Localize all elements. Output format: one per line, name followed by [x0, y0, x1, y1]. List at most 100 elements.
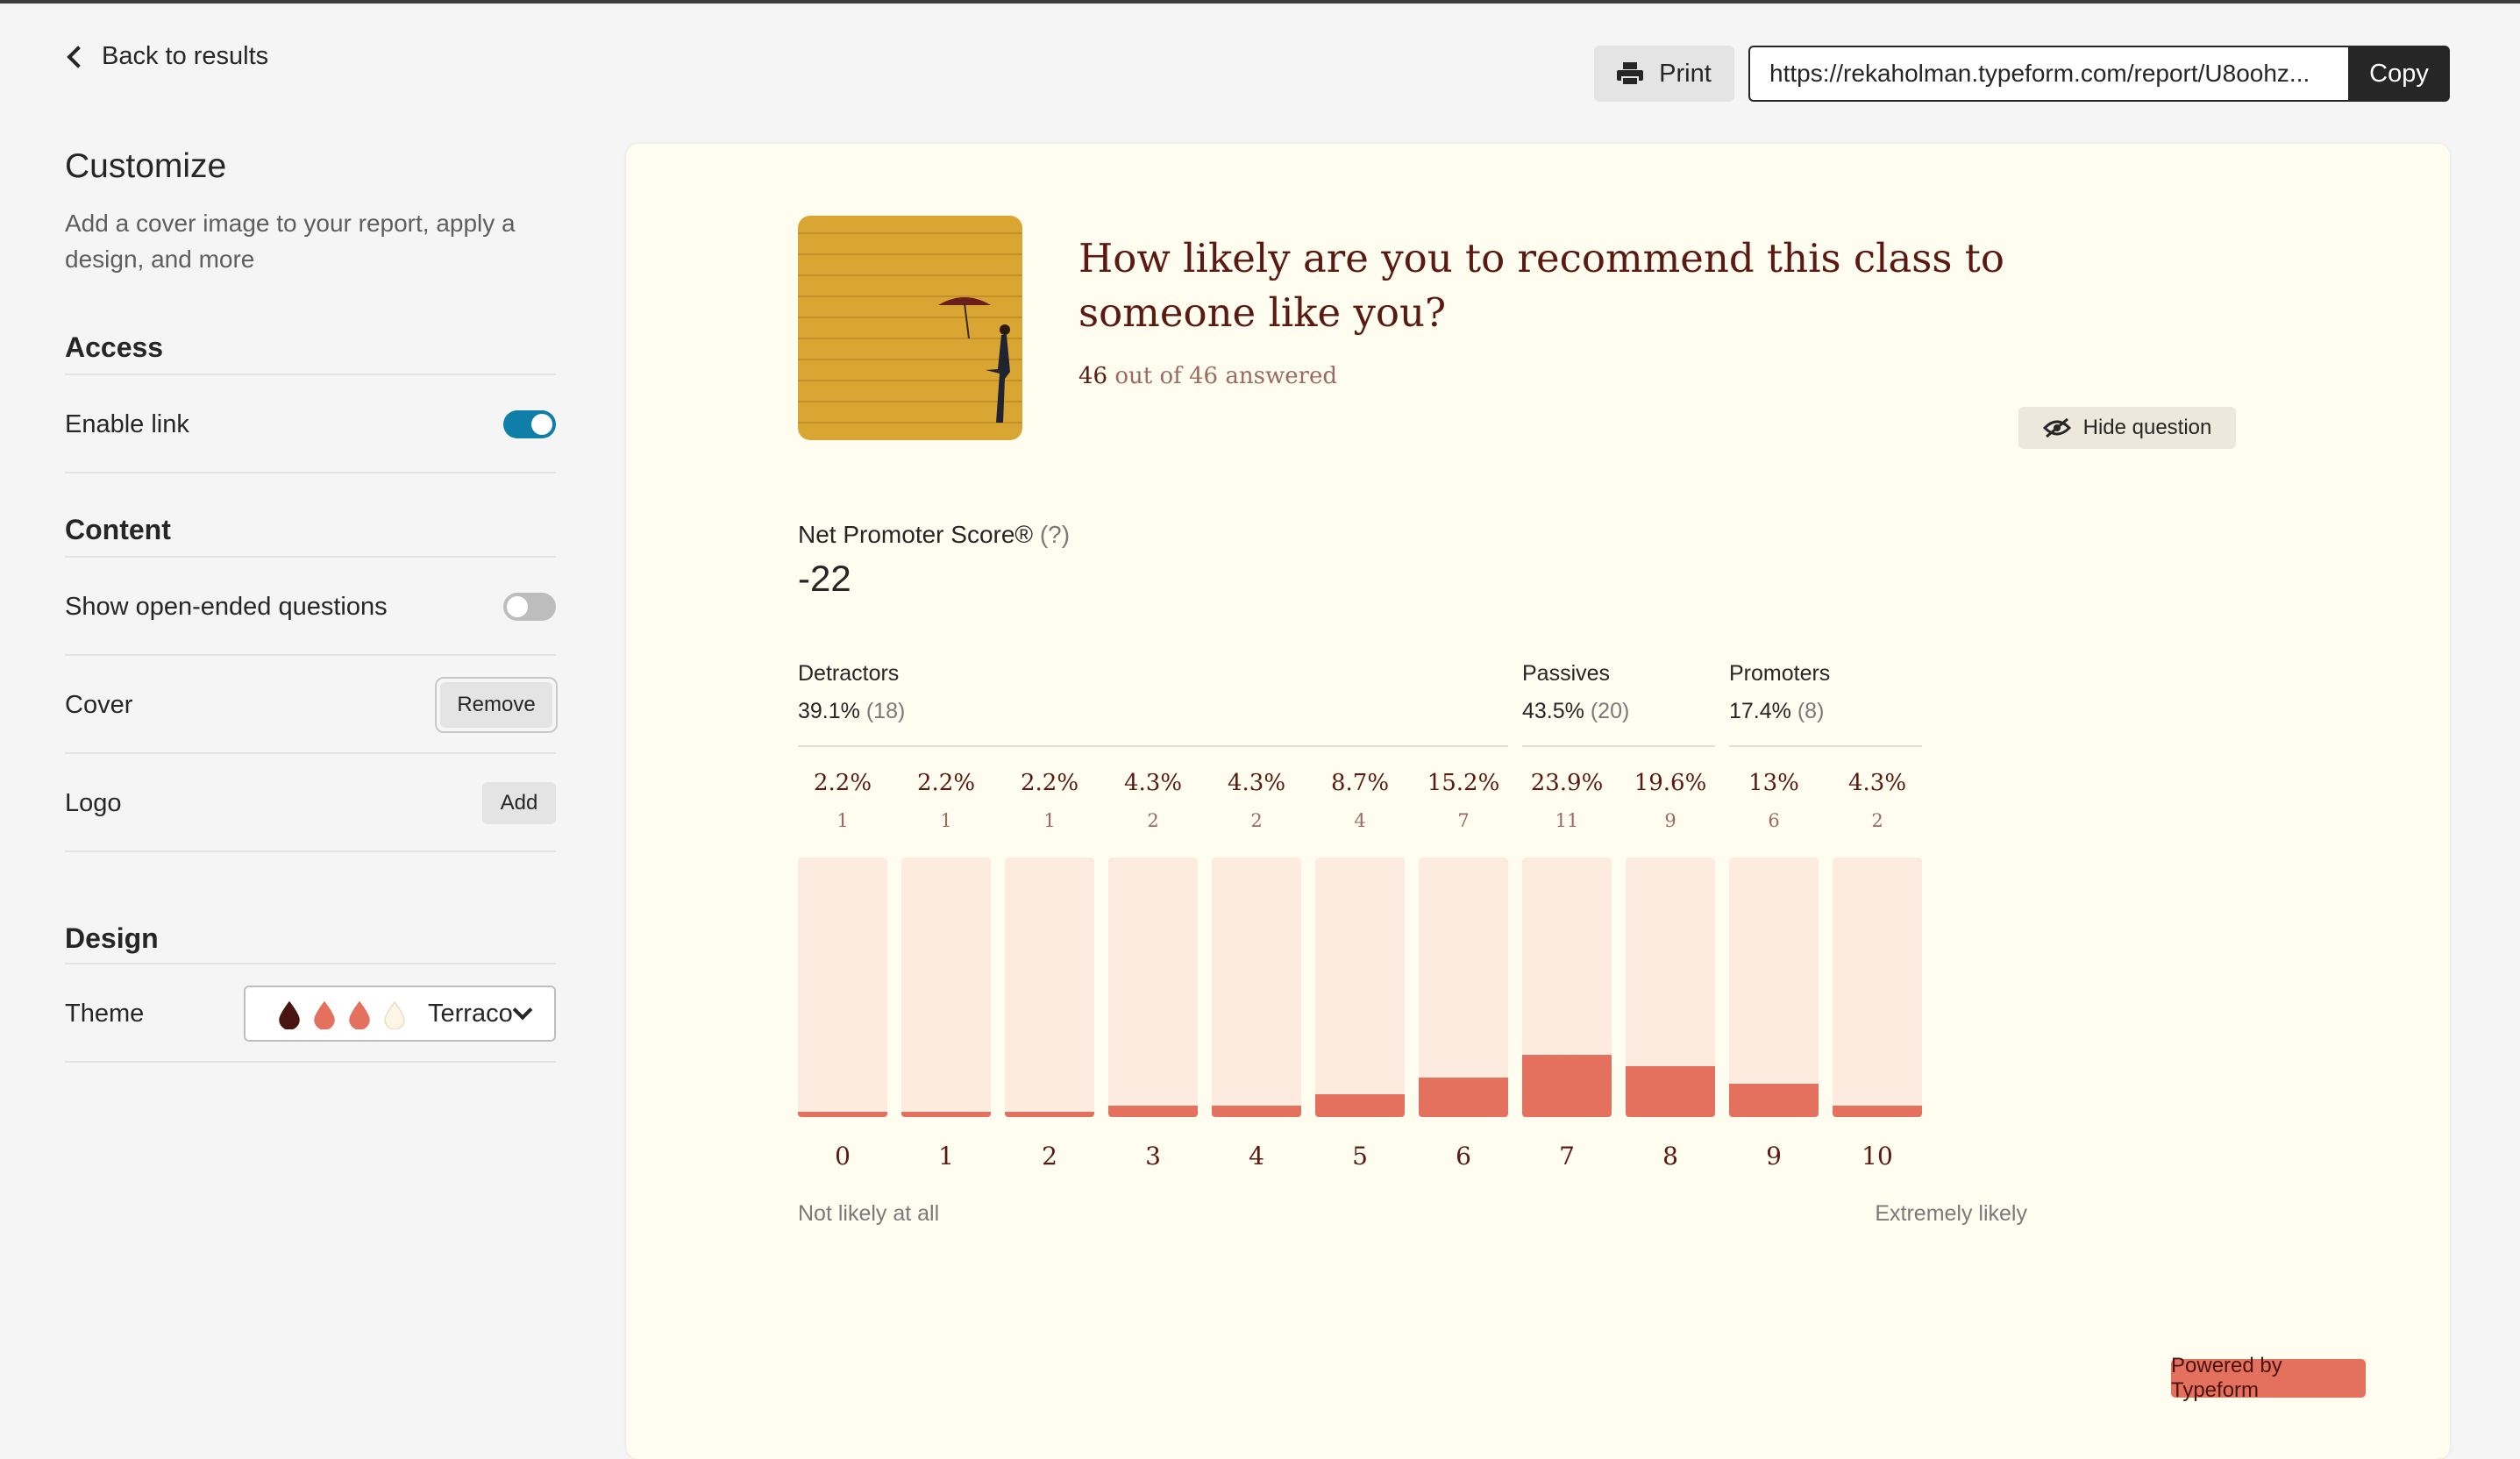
- cover-image: [798, 216, 1022, 440]
- theme-color-drop-icon: [384, 1001, 405, 1029]
- bar-percent-label: 2.2%: [916, 770, 976, 796]
- answered-total: 46: [1189, 363, 1219, 389]
- bar-percent-label: 23.9%: [1530, 770, 1604, 796]
- group-count: (18): [865, 699, 906, 723]
- back-label: Back to results: [102, 42, 269, 70]
- theme-color-drop-icon: [279, 1001, 300, 1029]
- bar-fill: [1005, 1111, 1094, 1117]
- add-logo-button[interactable]: Add: [482, 782, 556, 824]
- bar-fill: [1315, 1094, 1405, 1117]
- toggle-knob: [531, 414, 552, 435]
- hide-question-label: Hide question: [2082, 416, 2212, 439]
- divider: [65, 654, 556, 656]
- bar-count-label: 2: [1250, 810, 1263, 831]
- score-tick-label: 0: [835, 1142, 851, 1171]
- bar-fill: [1212, 1106, 1301, 1117]
- cover-label: Cover: [65, 691, 133, 719]
- sidebar-subtitle: Add a cover image to your report, apply …: [65, 210, 516, 273]
- score-tick-label: 1: [938, 1142, 954, 1171]
- bar-percent-label: 2.2%: [1020, 770, 1079, 796]
- copy-button[interactable]: Copy: [2348, 46, 2450, 102]
- theme-color-drops: [277, 1001, 407, 1029]
- divider: [65, 850, 556, 852]
- bar-percent-label: 4.3%: [1227, 770, 1286, 796]
- bar-count-label: 11: [1555, 810, 1579, 831]
- chevron-down-icon: [512, 1000, 533, 1021]
- theme-value: Terracotta: [428, 1000, 512, 1028]
- divider: [65, 752, 556, 754]
- bar-track: [1212, 858, 1301, 1117]
- score-tick-label: 6: [1456, 1142, 1471, 1171]
- bar-track: [901, 858, 991, 1117]
- answered-mid: out of: [1114, 363, 1182, 389]
- score-tick-label: 2: [1042, 1142, 1057, 1171]
- scale-low-label: Not likely at all: [798, 1201, 940, 1226]
- bar-percent-label: 13%: [1748, 770, 1799, 796]
- bar-fill: [1522, 1055, 1612, 1117]
- bar-fill: [798, 1111, 887, 1117]
- theme-color-drop-icon: [349, 1001, 370, 1029]
- bar-track: [1419, 858, 1508, 1117]
- bar-track: [1626, 858, 1715, 1117]
- bar-count-label: 6: [1768, 810, 1780, 831]
- bar-fill: [1833, 1106, 1922, 1117]
- bar-count-label: 1: [1043, 810, 1056, 831]
- bar-percent-label: 4.3%: [1847, 770, 1907, 796]
- answered-suffix: answered: [1225, 363, 1338, 389]
- design-heading: Design: [65, 922, 159, 954]
- bar-count-label: 7: [1457, 810, 1470, 831]
- back-to-results-link[interactable]: Back to results: [65, 42, 268, 71]
- group-count: (20): [1590, 699, 1630, 723]
- divider: [65, 1061, 556, 1063]
- remove-cover-button[interactable]: Remove: [440, 682, 552, 728]
- theme-select[interactable]: Terracotta: [244, 986, 556, 1042]
- group-underline: [1729, 745, 1922, 747]
- report-url-field[interactable]: https://rekaholman.typeform.com/report/U…: [1748, 46, 2350, 102]
- bar-count-label: 2: [1871, 810, 1883, 831]
- open-ended-toggle[interactable]: [503, 593, 556, 621]
- bar-fill: [1419, 1078, 1508, 1117]
- scale-high-label: Extremely likely: [1875, 1201, 2027, 1226]
- score-tick-label: 5: [1352, 1142, 1368, 1171]
- answered-count: 46 out of 46 answered: [1078, 363, 1337, 389]
- open-ended-label: Show open-ended questions: [65, 593, 388, 621]
- bar-count-label: 9: [1664, 810, 1676, 831]
- nps-group-passives: Passives 43.5% (20): [1522, 661, 1715, 747]
- enable-link-label: Enable link: [65, 410, 189, 438]
- nps-help-link[interactable]: (?): [1040, 521, 1070, 548]
- group-underline: [1522, 745, 1715, 747]
- logo-label: Logo: [65, 789, 122, 817]
- bar-fill: [1729, 1083, 1819, 1117]
- bar-percent-label: 8.7%: [1330, 770, 1390, 796]
- group-value: 39.1% (18): [798, 699, 1508, 724]
- question-title: How likely are you to recommend this cla…: [1078, 235, 2004, 336]
- nps-value: -22: [798, 558, 851, 599]
- answered-number: 46: [1078, 363, 1108, 389]
- bar-track: [1833, 858, 1922, 1117]
- bar-fill: [1626, 1065, 1715, 1117]
- group-percent: 17.4%: [1729, 699, 1797, 723]
- hide-question-button[interactable]: Hide question: [2018, 407, 2236, 449]
- bar-track: [1005, 858, 1094, 1117]
- bar-percent-label: 4.3%: [1123, 770, 1183, 796]
- powered-by-typeform-badge[interactable]: Powered by Typeform: [2171, 1354, 2366, 1402]
- bar-count-label: 4: [1354, 810, 1366, 831]
- divider: [65, 963, 556, 964]
- group-name: Passives: [1522, 661, 1611, 686]
- divider: [65, 374, 556, 375]
- group-value: 17.4% (8): [1729, 699, 1922, 724]
- divider: [65, 556, 556, 558]
- group-percent: 39.1%: [798, 699, 866, 723]
- bar-track: [1108, 858, 1198, 1117]
- group-count: (8): [1797, 699, 1825, 723]
- bar-count-label: 1: [940, 810, 952, 831]
- enable-link-toggle[interactable]: [503, 410, 556, 438]
- score-tick-label: 10: [1862, 1142, 1893, 1171]
- window-top-border: [0, 0, 2520, 4]
- access-heading: Access: [65, 331, 164, 363]
- print-button[interactable]: Print: [1594, 46, 1734, 102]
- bar-fill: [1108, 1106, 1198, 1117]
- group-value: 43.5% (20): [1522, 699, 1715, 724]
- group-percent: 43.5%: [1522, 699, 1591, 723]
- bar-count-label: 2: [1147, 810, 1159, 831]
